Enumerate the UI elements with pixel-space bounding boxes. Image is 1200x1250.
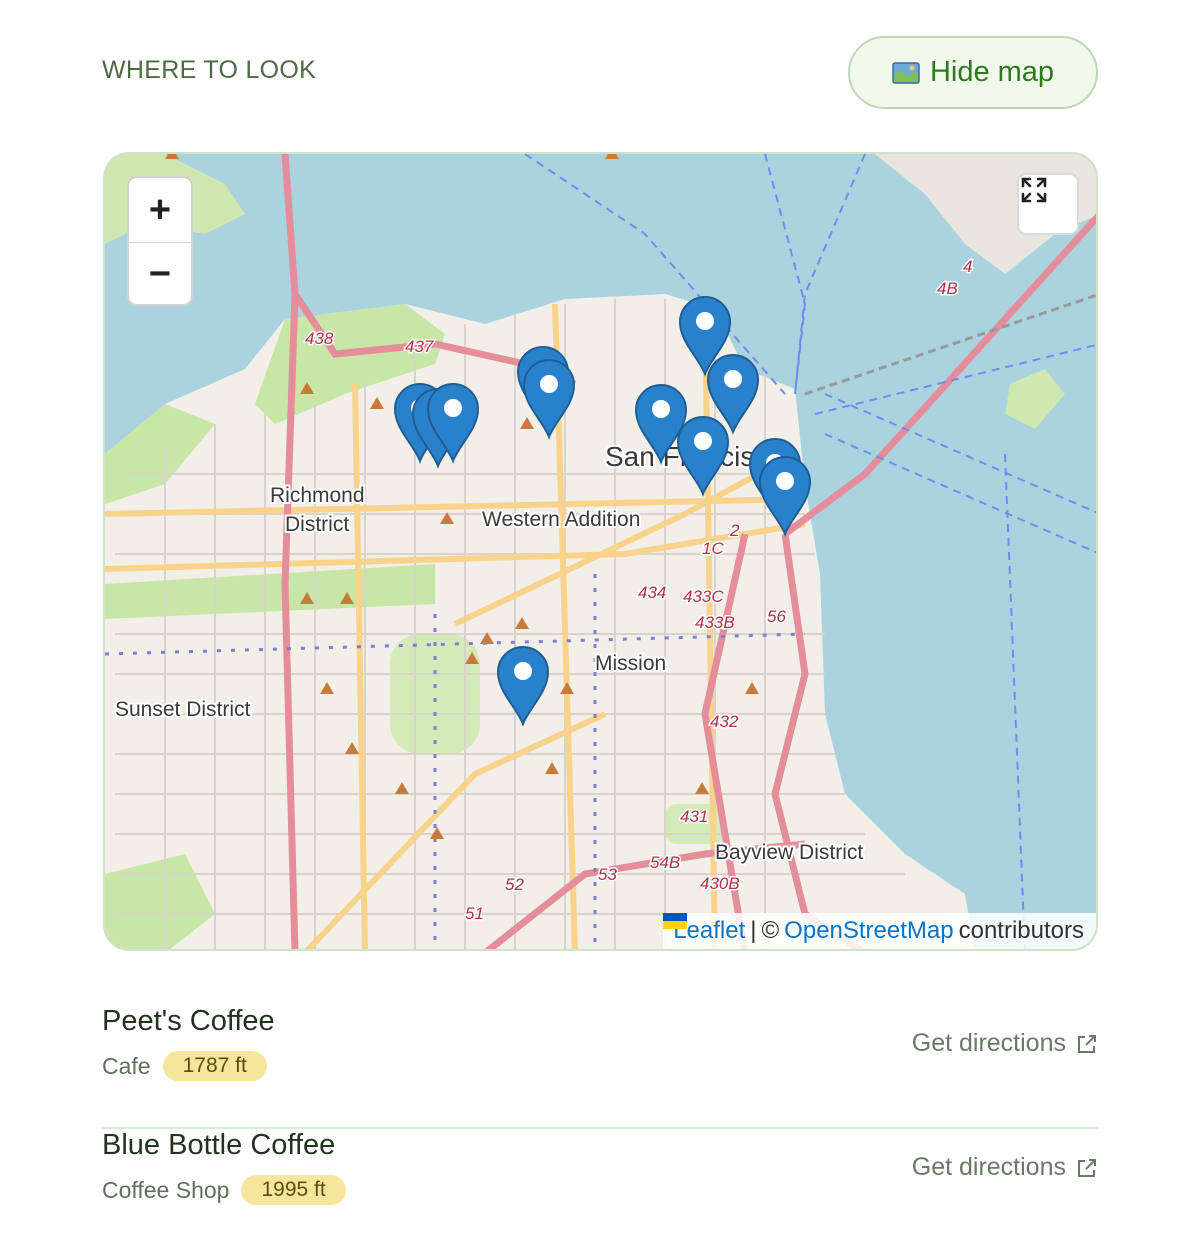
- place-name: Peet's Coffee: [102, 1005, 275, 1037]
- road-1c: 1C: [702, 539, 724, 558]
- external-link-icon: [1078, 1034, 1096, 1053]
- get-directions-link[interactable]: Get directions: [912, 1153, 1098, 1182]
- distance-badge: 1995 ft: [241, 1175, 346, 1205]
- get-directions-label: Get directions: [911, 1029, 1066, 1057]
- road-433b: 433B: [695, 613, 735, 632]
- map-view[interactable]: Richmond District Western Addition San F…: [103, 152, 1098, 951]
- place-type: Cafe: [102, 1052, 151, 1079]
- road-54b: 54B: [650, 853, 680, 872]
- zoom-control: + −: [127, 176, 193, 306]
- island: [1005, 369, 1065, 429]
- hide-map-label: Hide map: [929, 56, 1055, 88]
- openstreetmap-link[interactable]: OpenStreetMap: [784, 917, 953, 945]
- label-sunset: Sunset District: [115, 698, 251, 721]
- external-link-icon: [1078, 1158, 1096, 1177]
- road-437: 437: [405, 337, 434, 356]
- zoom-in-button[interactable]: +: [129, 178, 191, 242]
- zoom-out-button[interactable]: −: [129, 242, 191, 304]
- road-52: 52: [505, 875, 524, 894]
- label-bayview: Bayview District: [715, 841, 863, 864]
- fullscreen-icon: [1021, 177, 1047, 203]
- ukraine-flag-icon: [663, 913, 688, 929]
- road-4b: 4B: [937, 279, 958, 298]
- attribution-separator: |: [750, 917, 757, 944]
- park-twin-peaks: [390, 634, 480, 754]
- label-western-addition: Western Addition: [482, 508, 640, 531]
- distance-badge: 1787 ft: [162, 1051, 267, 1081]
- label-richmond-district: District: [285, 513, 349, 536]
- road-430b: 430B: [700, 874, 740, 893]
- get-directions-label: Get directions: [911, 1153, 1066, 1181]
- fullscreen-button[interactable]: [1017, 173, 1079, 235]
- road-56: 56: [767, 607, 786, 626]
- road-433c: 433C: [683, 587, 724, 606]
- road-2: 2: [729, 521, 740, 540]
- map-attribution: Leaflet | © OpenStreetMap contributors: [663, 913, 1096, 949]
- get-directions-link[interactable]: Get directions: [912, 1029, 1098, 1058]
- road-431: 431: [680, 807, 708, 826]
- section-label: WHERE TO LOOK: [102, 56, 317, 84]
- attribution-suffix: contributors: [958, 917, 1084, 944]
- place-name: Blue Bottle Coffee: [102, 1129, 336, 1161]
- road-438: 438: [305, 329, 334, 348]
- road-432: 432: [710, 712, 739, 731]
- road-53: 53: [598, 865, 617, 884]
- road-51: 51: [465, 904, 484, 923]
- label-richmond: Richmond: [270, 484, 365, 507]
- road-4: 4: [963, 257, 972, 276]
- list-item: Blue Bottle Coffee Coffee Shop 1995 ft G…: [102, 1129, 1098, 1250]
- map-icon: [892, 61, 920, 84]
- road-434: 434: [638, 583, 666, 602]
- map-tiles[interactable]: Richmond District Western Addition San F…: [105, 154, 1098, 951]
- list-item: Peet's Coffee Cafe 1787 ft Get direction…: [102, 1005, 1098, 1129]
- hide-map-button[interactable]: Hide map: [848, 36, 1098, 109]
- copyright-symbol: ©: [761, 917, 780, 944]
- label-mission: Mission: [595, 652, 666, 675]
- place-type: Coffee Shop: [102, 1176, 230, 1203]
